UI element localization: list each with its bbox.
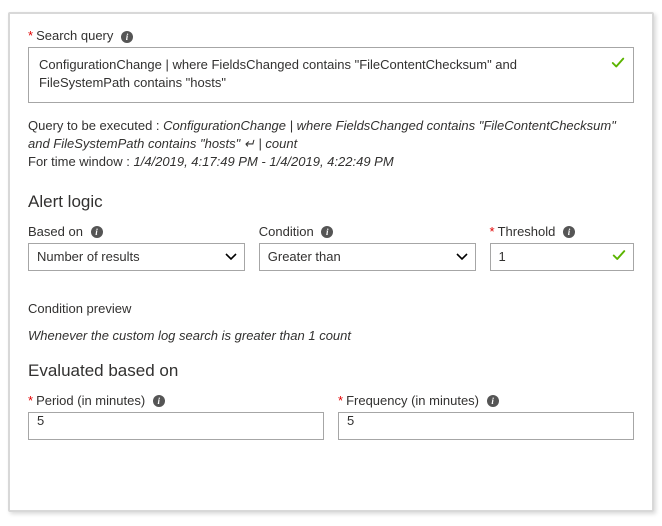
required-marker: * [28,393,33,408]
required-marker: * [28,28,33,43]
period-input[interactable]: 5 [28,412,324,440]
time-window-prefix: For time window : [28,154,133,169]
required-marker: * [338,393,343,408]
alert-logic-title: Alert logic [28,192,634,212]
return-icon: ↵ [244,136,259,151]
based-on-value: Number of results [28,243,245,271]
check-icon [611,56,625,75]
exec-count: | count [258,136,297,151]
info-icon[interactable]: i [563,226,575,238]
evaluated-title: Evaluated based on [28,361,634,381]
based-on-label: Based on i [28,224,245,239]
info-icon[interactable]: i [121,31,133,43]
info-icon[interactable]: i [487,395,499,407]
threshold-label: *Threshold i [490,224,635,239]
search-query-label-text: Search query [36,28,113,43]
info-icon[interactable]: i [321,226,333,238]
check-icon [612,248,626,265]
query-execution-preview: Query to be executed : ConfigurationChan… [28,117,634,172]
condition-preview-text: Whenever the custom log search is greate… [28,328,634,343]
search-query-input[interactable]: ConfigurationChange | where FieldsChange… [28,47,634,103]
time-window-value: 1/4/2019, 4:17:49 PM - 1/4/2019, 4:22:49… [133,154,393,169]
frequency-label-text: Frequency (in minutes) [346,393,479,408]
frequency-label: *Frequency (in minutes) i [338,393,634,408]
alert-config-panel: *Search query i ConfigurationChange | wh… [8,12,654,512]
threshold-input-wrap: 1 [490,243,635,271]
search-query-label: *Search query i [28,28,634,43]
exec-prefix: Query to be executed : [28,118,163,133]
info-icon[interactable]: i [153,395,165,407]
required-marker: * [490,224,495,239]
period-label-text: Period (in minutes) [36,393,145,408]
search-query-value: ConfigurationChange | where FieldsChange… [39,57,517,90]
condition-value: Greater than [259,243,476,271]
condition-select[interactable]: Greater than [259,243,476,271]
based-on-select[interactable]: Number of results [28,243,245,271]
info-icon[interactable]: i [91,226,103,238]
period-label: *Period (in minutes) i [28,393,324,408]
frequency-input[interactable]: 5 [338,412,634,440]
threshold-label-text: Threshold [498,224,556,239]
condition-label-text: Condition [259,224,314,239]
based-on-label-text: Based on [28,224,83,239]
condition-label: Condition i [259,224,476,239]
condition-preview-title: Condition preview [28,301,634,316]
